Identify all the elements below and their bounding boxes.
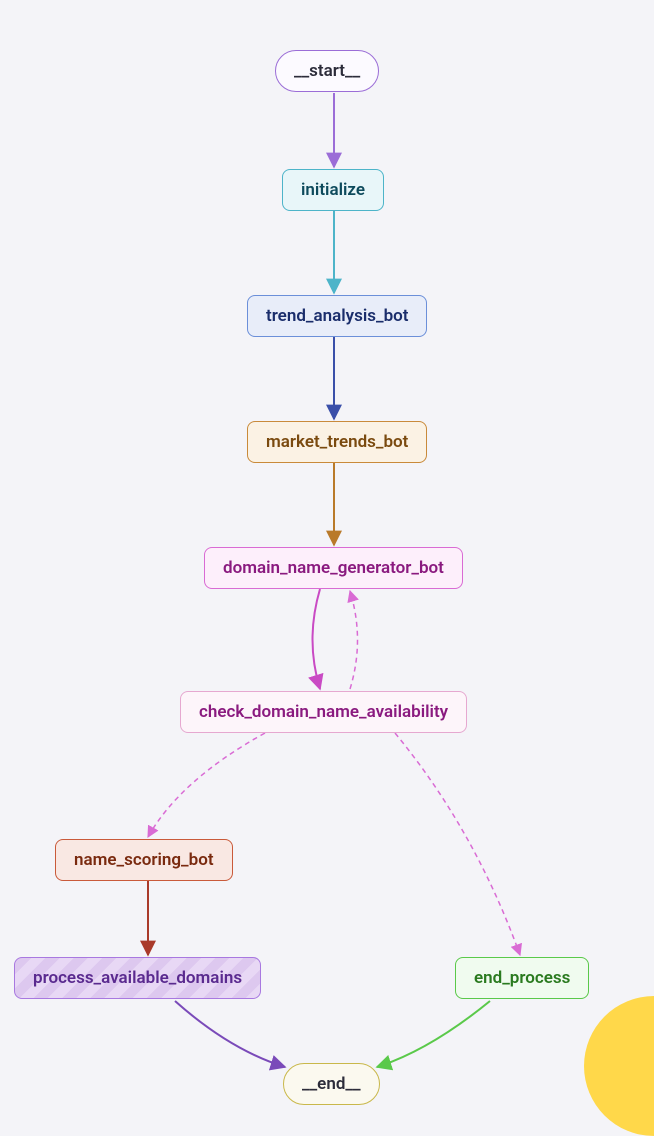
- node-end[interactable]: __end__: [283, 1063, 380, 1105]
- node-label: domain_name_generator_bot: [223, 558, 444, 578]
- node-trend-analysis[interactable]: trend_analysis_bot: [247, 295, 427, 337]
- node-check-availability[interactable]: check_domain_name_availability: [180, 691, 467, 733]
- node-label: market_trends_bot: [266, 432, 408, 452]
- node-process-available[interactable]: process_available_domains: [14, 957, 261, 999]
- node-label: __start__: [294, 61, 360, 81]
- node-start[interactable]: __start__: [275, 50, 379, 92]
- decorative-circle: [584, 996, 654, 1136]
- node-label: __end__: [302, 1074, 361, 1094]
- node-label: trend_analysis_bot: [266, 306, 408, 326]
- node-market-trends[interactable]: market_trends_bot: [247, 421, 427, 463]
- node-label: name_scoring_bot: [74, 850, 214, 870]
- node-scoring[interactable]: name_scoring_bot: [55, 839, 233, 881]
- diagram-canvas: __start__ initialize trend_analysis_bot …: [0, 0, 654, 1106]
- node-initialize[interactable]: initialize: [282, 169, 384, 211]
- node-label: end_process: [474, 968, 570, 988]
- node-domain-generator[interactable]: domain_name_generator_bot: [204, 547, 463, 589]
- node-label: process_available_domains: [33, 968, 242, 988]
- node-end-process[interactable]: end_process: [455, 957, 589, 999]
- node-label: check_domain_name_availability: [199, 702, 448, 722]
- node-label: initialize: [301, 180, 365, 200]
